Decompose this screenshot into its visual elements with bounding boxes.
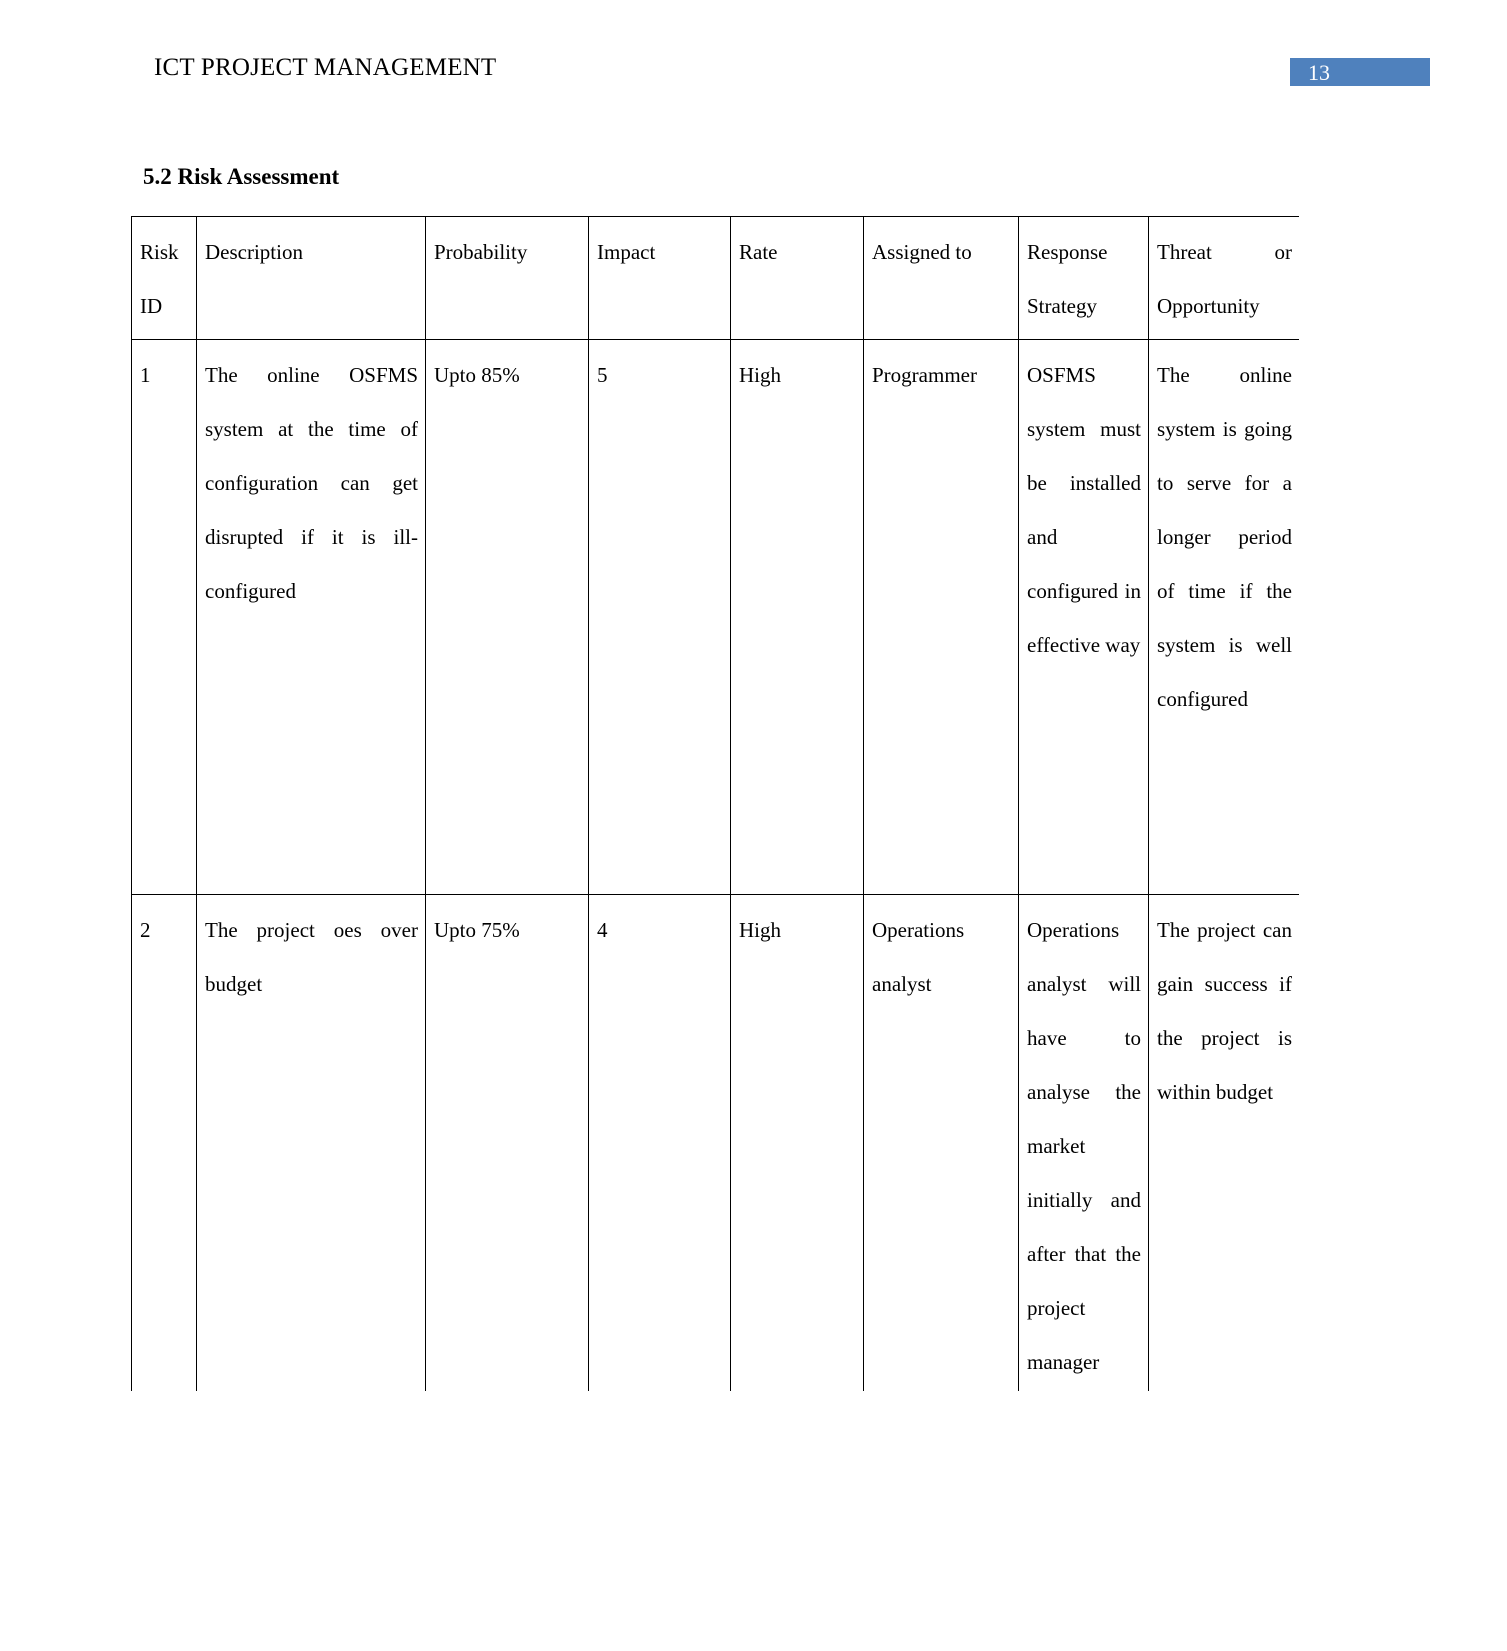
page-number: 13 [1308, 60, 1330, 85]
column-header-probability: Probability [425, 216, 589, 340]
risk-assessment-table-wrapper: Risk ID Description Probability Impact R… [131, 216, 1299, 1391]
risk-assessment-table: Risk ID Description Probability Impact R… [131, 216, 1299, 1391]
cell-risk-id: 1 [131, 339, 197, 895]
page-header: ICT PROJECT MANAGEMENT [0, 52, 1507, 92]
cell-threat-or-opportunity: The online system is going to serve for … [1148, 339, 1299, 895]
cell-probability: Upto 85% [425, 339, 589, 895]
cell-impact: 5 [588, 339, 731, 895]
cell-description: The project oes over budget [196, 894, 426, 1391]
section-heading: 5.2 Risk Assessment [143, 164, 340, 189]
column-header-risk-id: Risk ID [131, 216, 197, 340]
cell-response-strategy: Operations analyst will have to analyse … [1018, 894, 1149, 1391]
column-header-response-strategy: Response Strategy [1018, 216, 1149, 340]
table-header-row: Risk ID Description Probability Impact R… [131, 216, 1299, 340]
table-row: 1 The online OSFMS system at the time of… [131, 339, 1299, 895]
cell-risk-id: 2 [131, 894, 197, 1391]
table-row: 2 The project oes over budget Upto 75% 4… [131, 894, 1299, 1391]
column-header-impact: Impact [588, 216, 731, 340]
cell-threat-or-opportunity: The project can gain success if the proj… [1148, 894, 1299, 1391]
cell-assigned-to: Programmer [863, 339, 1019, 895]
column-header-description: Description [196, 216, 426, 340]
cell-assigned-to: Operations analyst [863, 894, 1019, 1391]
cell-probability: Upto 75% [425, 894, 589, 1391]
page-number-banner: 13 [1290, 58, 1430, 86]
cell-response-strategy: OSFMS system must be installed and confi… [1018, 339, 1149, 895]
column-header-rate: Rate [730, 216, 864, 340]
cell-impact: 4 [588, 894, 731, 1391]
column-header-threat-or-opportunity: Threat or Opportunity [1148, 216, 1299, 340]
cell-description: The online OSFMS system at the time of c… [196, 339, 426, 895]
column-header-assigned-to: Assigned to [863, 216, 1019, 340]
cell-rate: High [730, 339, 864, 895]
document-title: ICT PROJECT MANAGEMENT [154, 54, 497, 81]
cell-rate: High [730, 894, 864, 1391]
